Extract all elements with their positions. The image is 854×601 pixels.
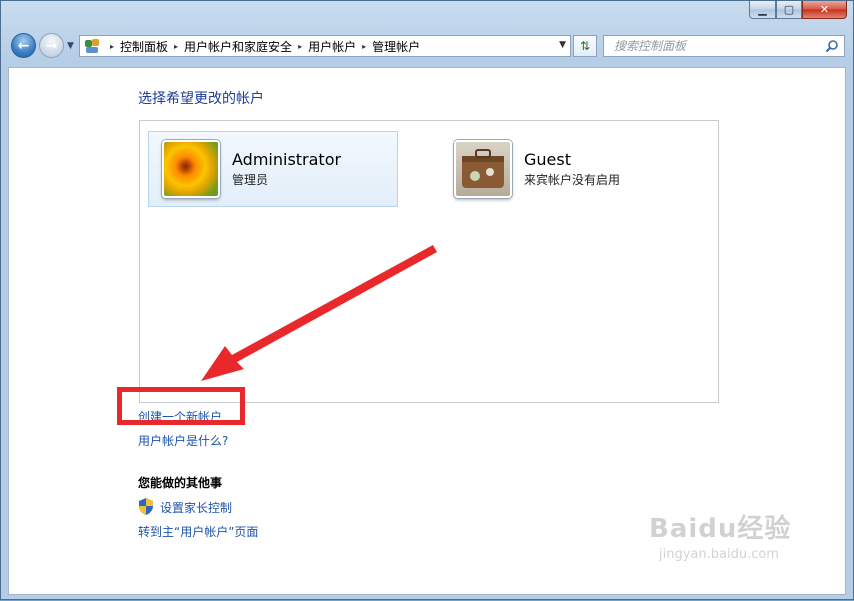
refresh-icon: ⇅ — [579, 39, 591, 53]
breadcrumb-separator-icon[interactable]: ▸ — [362, 42, 366, 51]
breadcrumb-separator-icon[interactable]: ▸ — [110, 42, 114, 51]
caption-buttons: ▁ ▢ ✕ — [749, 1, 847, 19]
flower-avatar-icon — [162, 140, 220, 198]
account-name: Guest — [524, 150, 571, 169]
address-dropdown-icon[interactable]: ▼ — [559, 40, 566, 50]
navigation-bar: ← → ▼ ▸ 控制面板 ▸ 用户帐户和家庭安全 ▸ 用户帐户 ▸ 管理帐户 ▼… — [1, 29, 853, 63]
other-tasks-heading: 您能做的其他事 — [138, 476, 223, 490]
account-tile-guest[interactable]: Guest 来宾帐户没有启用 — [440, 131, 700, 207]
control-panel-icon — [84, 38, 100, 54]
account-tile-administrator[interactable]: Administrator 管理员 — [148, 131, 398, 207]
breadcrumb-user-accounts-family-safety[interactable]: 用户帐户和家庭安全 — [184, 38, 292, 55]
breadcrumb-control-panel[interactable]: 控制面板 — [120, 38, 168, 55]
what-is-user-account-link[interactable]: 用户帐户是什么? — [138, 432, 228, 449]
forward-arrow-icon: → — [45, 37, 58, 54]
parental-controls-link[interactable]: 设置家长控制 — [160, 499, 232, 516]
close-button[interactable]: ✕ — [802, 1, 847, 19]
annotation-highlight-box — [117, 387, 245, 425]
address-bar[interactable]: ▸ 控制面板 ▸ 用户帐户和家庭安全 ▸ 用户帐户 ▸ 管理帐户 ▼ — [79, 35, 571, 57]
control-panel-window: ▁ ▢ ✕ ← → ▼ ▸ 控制面板 ▸ 用户帐户和家庭安全 ▸ 用户帐户 ▸ … — [0, 0, 854, 600]
maximize-button[interactable]: ▢ — [776, 1, 802, 19]
suitcase-avatar-icon — [454, 140, 512, 198]
refresh-button[interactable]: ⇅ — [573, 35, 597, 57]
account-name: Administrator — [232, 150, 342, 169]
recent-pages-dropdown-icon[interactable]: ▼ — [67, 41, 74, 51]
forward-button[interactable]: → — [39, 33, 64, 58]
goto-main-user-accounts-link[interactable]: 转到主“用户帐户”页面 — [138, 523, 258, 540]
account-list: Administrator 管理员 Guest 来宾帐户没有启用 — [139, 120, 719, 403]
watermark-logo: Baidu经验 — [649, 514, 792, 544]
baidu-watermark: Baidu经验 jingyan.baidu.com — [649, 508, 809, 588]
account-description: 管理员 — [232, 173, 269, 187]
page-title: 选择希望更改的帐户 — [138, 91, 264, 107]
uac-shield-icon — [139, 498, 153, 515]
account-description: 来宾帐户没有启用 — [524, 173, 621, 187]
breadcrumb-manage-accounts[interactable]: 管理帐户 — [372, 38, 420, 55]
search-box[interactable] — [603, 35, 845, 57]
minimize-button[interactable]: ▁ — [749, 1, 776, 19]
breadcrumb-separator-icon[interactable]: ▸ — [298, 42, 302, 51]
search-icon[interactable] — [825, 39, 839, 53]
breadcrumb-separator-icon[interactable]: ▸ — [174, 42, 178, 51]
back-button[interactable]: ← — [11, 33, 36, 58]
search-input[interactable] — [612, 38, 816, 54]
back-arrow-icon: ← — [17, 37, 30, 54]
watermark-url: jingyan.baidu.com — [659, 547, 779, 562]
breadcrumb-user-accounts[interactable]: 用户帐户 — [308, 38, 356, 55]
